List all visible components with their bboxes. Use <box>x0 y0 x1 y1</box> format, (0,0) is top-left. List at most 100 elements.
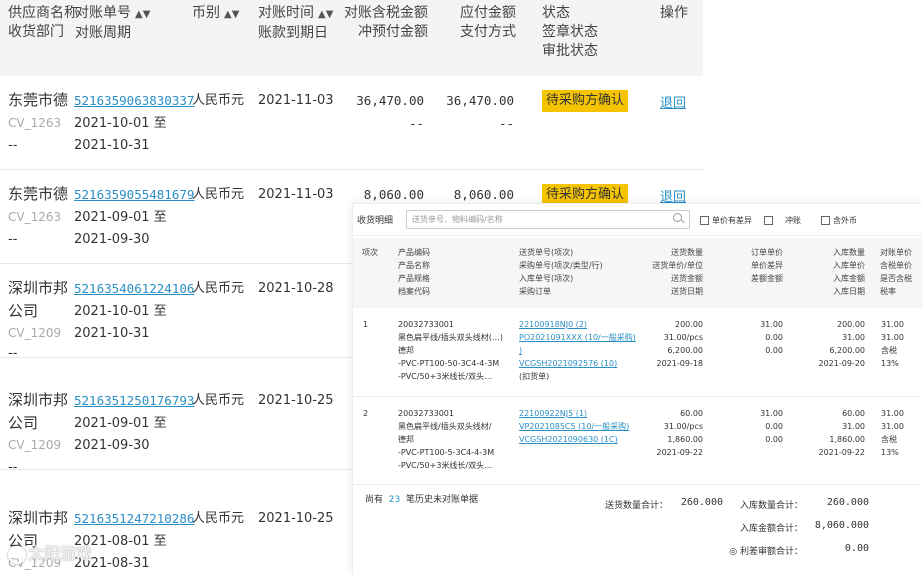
filter-label-price-diff: 单价有差异 <box>712 216 752 225</box>
receiving-dept: -- <box>8 346 18 361</box>
inbound-amount-total: 8,060.000 <box>814 520 869 531</box>
inbound-no-link[interactable]: VCGSH2021092576 (10) <box>519 357 636 370</box>
header-due-date: 账款到期日 <box>258 25 328 41</box>
supplier-name: 东莞市德邦 <box>8 185 68 203</box>
filter-label-foreign: 含外币 <box>833 216 857 225</box>
period-from: 2021-10-01 至 <box>74 304 167 319</box>
filter-checkbox-price-diff[interactable] <box>700 216 709 225</box>
col-recon-no[interactable]: 对账单号 ▲▼ 对账周期 <box>75 4 150 43</box>
header-recon-no: 对账单号 <box>75 5 131 21</box>
col-supplier: 供应商名称 收货部门 <box>8 4 78 42</box>
supplier-code: CV_1263 <box>8 116 62 130</box>
history-count-link[interactable]: 23 <box>389 495 400 505</box>
header-dept: 收货部门 <box>8 24 64 40</box>
recon-time: 2021-10-28 <box>258 281 334 296</box>
sort-icon[interactable]: ▲▼ <box>318 9 333 20</box>
supplier-name-line2: 公司 <box>8 302 39 320</box>
header-prepay: 冲预付金额 <box>358 24 428 40</box>
header-currency: 币别 <box>192 5 220 21</box>
recon-number-link[interactable]: 5216354061224106 <box>74 277 194 300</box>
inbound-amount-total-label: 入库金额合计： <box>739 524 803 534</box>
col-payable: 应付金额 支付方式 <box>460 4 516 42</box>
supplier-name: 深圳市邦 <box>8 279 68 297</box>
inbound-qty-total: 260.000 <box>826 497 869 508</box>
table-row[interactable]: 东莞市德邦 CV_1263 -- 5216359063830337 2021-1… <box>0 76 703 170</box>
inbound-qty-total-label: 入库数量合计： <box>739 501 803 511</box>
recon-number-link[interactable]: 5216351250176793 <box>74 389 194 412</box>
recon-number-link[interactable]: 5216359055481679 <box>74 183 194 206</box>
period-from: 2021-10-01 至 <box>74 116 167 131</box>
delivery-no-link[interactable]: 22100922NJ5 (1) <box>519 407 629 420</box>
period-from: 2021-09-01 至 <box>74 210 167 225</box>
header-recon-time: 对账时间 <box>258 5 314 21</box>
header-payable: 应付金额 <box>460 5 516 21</box>
header-pay-method: 支付方式 <box>460 24 516 40</box>
period-to: 2021-09-30 <box>74 438 150 453</box>
table-header: 供应商名称 收货部门 对账单号 ▲▼ 对账周期 币别 ▲▼ 对账时间 ▲▼ 账款到期日… <box>0 0 703 76</box>
search-icon[interactable] <box>673 213 682 222</box>
filter-checkbox-offset[interactable] <box>764 216 773 225</box>
history-note: 尚有 23 笔历史未对账单据 <box>365 495 478 505</box>
recon-time: 2021-10-25 <box>258 511 334 526</box>
currency: 人民币元 <box>192 511 245 526</box>
header-product: 产品编码 产品名称 产品规格 档案代码 <box>398 248 430 296</box>
payable-amount: 36,470.00 <box>446 93 514 108</box>
item-no: 2 <box>363 409 369 418</box>
supplier-name-line2: 公司 <box>8 414 39 432</box>
item-no: 1 <box>363 320 369 329</box>
header-approve-status: 审批状态 <box>542 43 598 59</box>
header-order-price: 订单单价 单价差异 差额金额 <box>751 248 783 283</box>
filter-checkbox-foreign[interactable] <box>821 216 830 225</box>
period-to: 2021-10-31 <box>74 326 150 341</box>
recon-values: 31.00 31.00 含税 13% <box>881 320 904 368</box>
period-from: 2021-09-01 至 <box>74 416 167 431</box>
header-sign-status: 签章状态 <box>542 24 598 40</box>
prepay-amount: -- <box>408 116 424 131</box>
header-supplier: 供应商名称 <box>8 5 78 21</box>
tax-amount: 36,470.00 <box>356 93 424 108</box>
detail-row: 1 20032733001 黑色扁平线/插头双头线材(…) 德邦 -PVC-PT100… <box>353 310 922 397</box>
supplier-name: 深圳市邦 <box>8 391 68 409</box>
return-link[interactable]: 退回 <box>660 92 686 111</box>
recon-values: 31.00 31.00 含税 13% <box>881 409 904 457</box>
recon-time: 2021-11-03 <box>258 187 334 202</box>
col-action: 操作 <box>660 4 688 23</box>
period-to: 2021-10-31 <box>74 138 150 153</box>
currency: 人民币元 <box>192 393 245 408</box>
delivery-qty-total-label: 送货数量合计： <box>604 501 668 511</box>
po-link[interactable]: VP2021085C5 (10/一般采购) <box>519 420 629 433</box>
status-badge: 待采购方确认 <box>542 90 629 112</box>
currency: 人民币元 <box>192 281 245 296</box>
col-recon-time[interactable]: 对账时间 ▲▼ 账款到期日 <box>258 4 333 43</box>
popover-toolbar: 收货明细 送货单号、物料编码/名称 单价有差异 冲账 含外币 <box>353 204 922 236</box>
recon-time: 2021-11-03 <box>258 93 334 108</box>
receiving-dept: -- <box>8 460 18 475</box>
currency: 人民币元 <box>192 187 245 202</box>
header-documents: 送货单号(项次) 采购单号(项次/类型/行) 入库单号(项次) 采购订单 <box>519 248 603 296</box>
product-info: 20032733001 黑色扁平线/插头双头线材/德邦 -PVC-PT100-5-3… <box>398 409 495 470</box>
recon-number-link[interactable]: 5216351247210286 <box>74 507 194 530</box>
popover-title: 收货明细 <box>357 216 394 226</box>
popover-table-header: 项次 产品编码 产品名称 产品规格 档案代码 送货单号(项次) 采购单号(项次/类型/行… <box>353 238 922 308</box>
price-diff-values: 31.00 0.00 0.00 <box>760 320 783 355</box>
currency: 人民币元 <box>192 93 245 108</box>
delivery-no-link[interactable]: 22100918NJ0 (2) <box>519 318 636 331</box>
document-links: 22100922NJ5 (1) VP2021085C5 (10/一般采购) VC… <box>519 407 629 446</box>
recon-number-link[interactable]: 5216359063830337 <box>74 89 194 112</box>
header-recon-price: 对账单价 含税单价 是否含税 税率 <box>880 248 912 296</box>
adjust-total-label: ◎ 利差审额合计： <box>729 547 803 557</box>
col-currency[interactable]: 币别 ▲▼ <box>192 4 239 24</box>
watermark: 太阳游戏 <box>8 540 92 564</box>
info-icon: ◎ <box>729 547 738 557</box>
sort-icon[interactable]: ▲▼ <box>135 9 150 20</box>
header-inbound: 入库数量 入库单价 入库金额 入库日期 <box>833 248 865 296</box>
po-link[interactable]: PO2021091XXX (10/一般采购) <box>519 331 636 344</box>
inbound-no-link[interactable]: VCGSH2021090630 (1C) <box>519 433 629 446</box>
delivery-values: 60.00 31.00/pcs 1,860.00 2021-09-22 <box>656 409 704 457</box>
price-diff-values: 31.00 0.00 0.00 <box>760 409 783 444</box>
search-input[interactable]: 送货单号、物料编码/名称 <box>406 210 690 229</box>
sort-icon[interactable]: ▲▼ <box>224 9 239 20</box>
period-to: 2021-09-30 <box>74 232 150 247</box>
supplier-name: 深圳市邦 <box>8 509 68 527</box>
header-delivery: 送货数量 送货单价/单位 送货金额 送货日期 <box>652 248 703 296</box>
